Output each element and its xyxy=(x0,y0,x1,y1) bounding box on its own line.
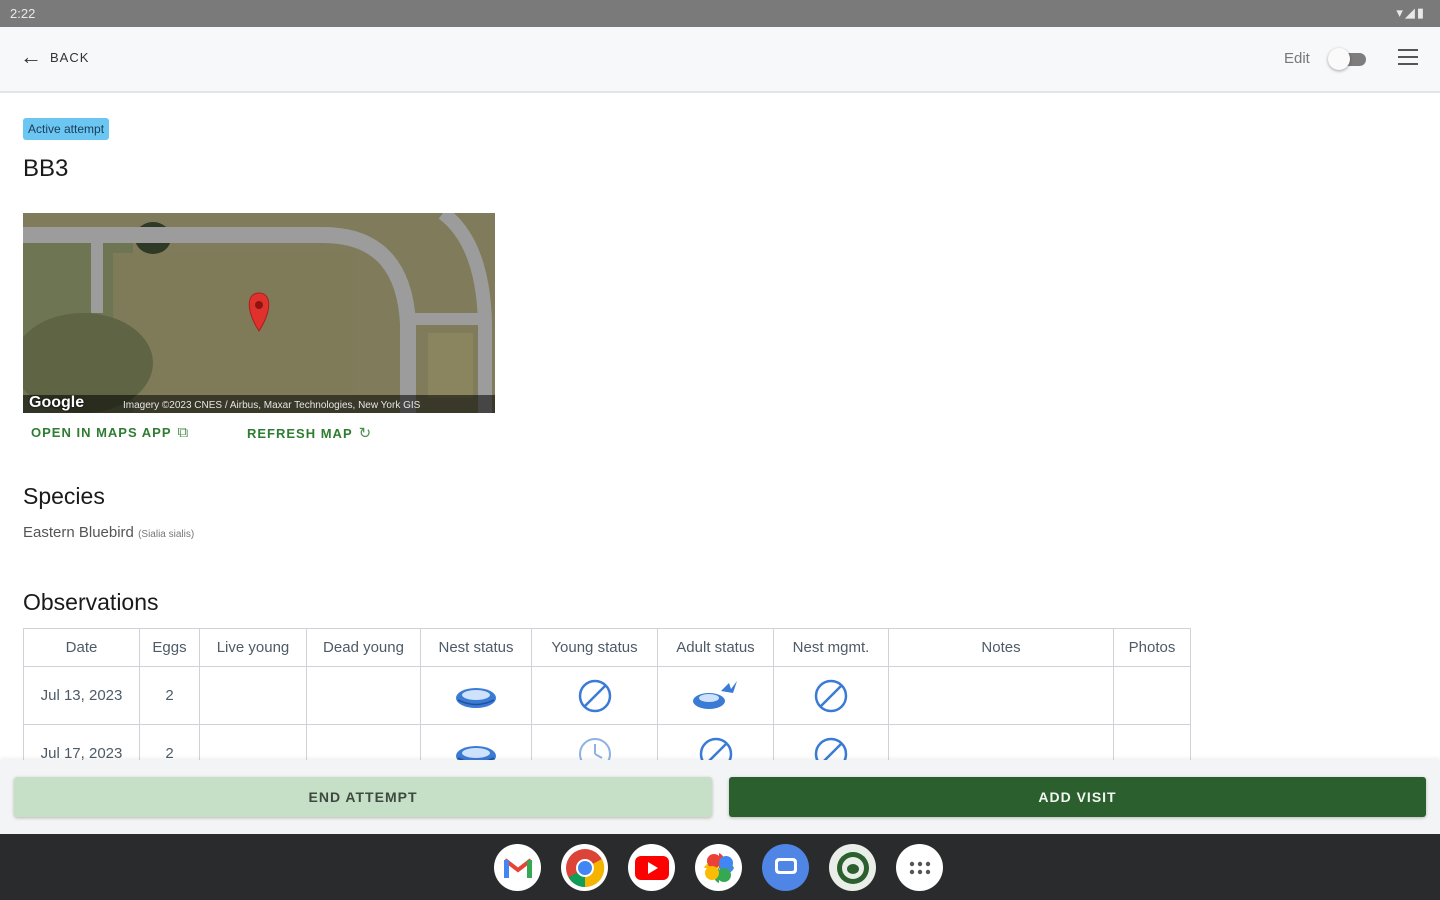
system-status-bar: 2:22 ▾◢▮ xyxy=(0,0,1440,27)
cell-eggs: 2 xyxy=(139,666,200,725)
end-attempt-button[interactable]: END ATTEMPT xyxy=(14,777,712,817)
satellite-imagery xyxy=(23,213,495,413)
species-name: Eastern Bluebird (Sialia sialis) xyxy=(23,524,194,541)
chrome-icon[interactable] xyxy=(561,844,608,891)
cell-photos xyxy=(1113,666,1191,725)
cell-adult-status xyxy=(657,666,774,725)
cell-nest-status xyxy=(420,666,532,725)
adult-departing-icon xyxy=(692,680,737,709)
column-header: Date xyxy=(23,628,140,667)
none-icon xyxy=(814,679,848,712)
google-logo: Google xyxy=(29,394,85,411)
column-header: Live young xyxy=(199,628,307,667)
add-visit-button[interactable]: ADD VISIT xyxy=(729,777,1426,817)
cell-date: Jul 13, 2023 xyxy=(23,666,140,725)
cell-notes xyxy=(888,666,1114,725)
page-title: BB3 xyxy=(23,155,69,182)
app-bar: ← BACK Edit xyxy=(0,27,1440,93)
arrow-left-icon: ← xyxy=(20,44,42,69)
clock: 2:22 xyxy=(10,6,36,21)
back-button[interactable]: ← BACK xyxy=(20,44,90,69)
map-view[interactable]: Google Imagery ©2023 CNES / Airbus, Maxa… xyxy=(23,213,495,413)
column-header: Nest status xyxy=(420,628,532,667)
status-badge: Active attempt xyxy=(23,118,110,140)
photos-icon[interactable] xyxy=(695,844,742,891)
system-icons: ▾◢▮ xyxy=(1396,5,1426,20)
column-header: Eggs xyxy=(139,628,200,667)
column-header: Young status xyxy=(531,628,658,667)
edit-label: Edit xyxy=(1284,50,1310,67)
refresh-map-label: REFRESH MAP xyxy=(247,425,353,441)
nestwatch-icon[interactable] xyxy=(829,844,876,891)
cell-dead-young xyxy=(306,666,421,725)
species-scientific-name: (Sialia sialis) xyxy=(138,529,195,540)
map-attribution: Imagery ©2023 CNES / Airbus, Maxar Techn… xyxy=(123,400,421,411)
hamburger-menu-icon[interactable] xyxy=(1398,49,1418,65)
species-common-name: Eastern Bluebird xyxy=(23,524,134,541)
refresh-map-button[interactable]: REFRESH MAP ↻ xyxy=(247,424,372,442)
column-header: Adult status xyxy=(657,628,774,667)
table-row[interactable]: Jul 13, 2023 2 xyxy=(23,666,1191,725)
table-header-row: Date Eggs Live young Dead young Nest sta… xyxy=(23,628,1191,667)
column-header: Photos xyxy=(1113,628,1191,667)
toggle-knob xyxy=(1328,48,1350,70)
column-header: Nest mgmt. xyxy=(773,628,889,667)
open-in-maps-label: OPEN IN MAPS APP xyxy=(31,425,172,440)
external-link-icon: ⧉ xyxy=(177,424,190,441)
app-dock xyxy=(494,844,943,891)
edit-toggle[interactable] xyxy=(1328,48,1370,70)
app-drawer-icon[interactable] xyxy=(896,844,943,891)
action-bar: END ATTEMPT ADD VISIT xyxy=(0,760,1440,834)
refresh-icon: ↻ xyxy=(358,425,373,442)
observations-heading: Observations xyxy=(23,589,159,615)
cell-live-young xyxy=(199,666,307,725)
cell-young-status xyxy=(531,666,658,725)
column-header: Notes xyxy=(888,628,1114,667)
nest-icon xyxy=(456,687,496,708)
youtube-icon[interactable] xyxy=(628,844,675,891)
back-label: BACK xyxy=(50,49,90,65)
column-header: Dead young xyxy=(306,628,421,667)
gmail-icon[interactable] xyxy=(494,844,541,891)
species-heading: Species xyxy=(23,483,105,509)
open-in-maps-button[interactable]: OPEN IN MAPS APP ⧉ xyxy=(31,424,189,441)
taskbar xyxy=(0,834,1440,900)
none-icon xyxy=(578,679,611,712)
messages-icon[interactable] xyxy=(762,844,809,891)
cell-nest-mgmt xyxy=(773,666,889,725)
